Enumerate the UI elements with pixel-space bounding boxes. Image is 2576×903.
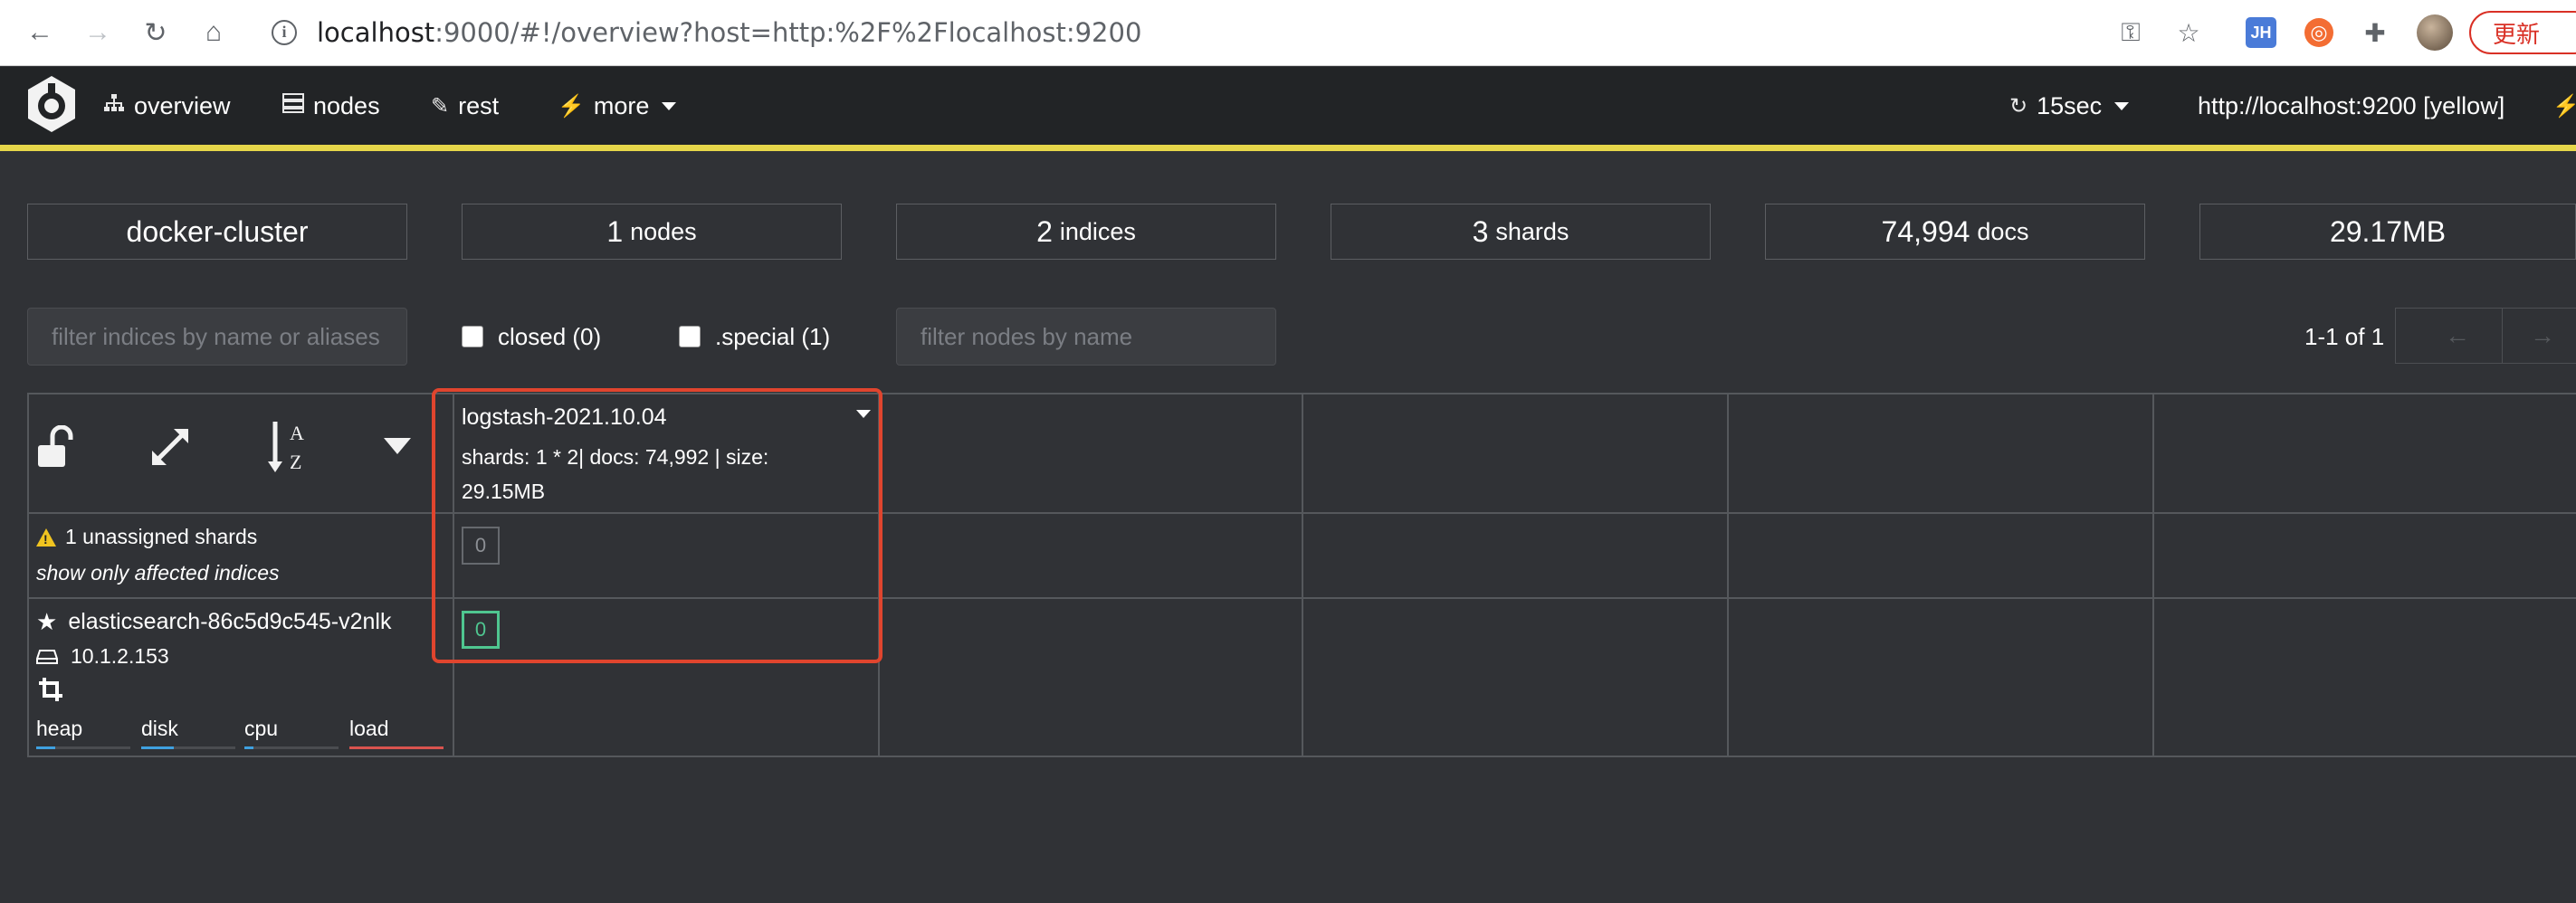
update-button[interactable]: 更新 [2469, 11, 2576, 54]
nodes-count: 1 [606, 214, 624, 248]
shards-count: 3 [1472, 214, 1489, 248]
url-host: localhost [317, 17, 435, 48]
refresh-interval-label: 15sec [2037, 91, 2103, 119]
key-icon[interactable]: ⚿ [2114, 16, 2147, 49]
browser-toolbar: ← → ↻ ⌂ i localhost:9000/#!/overview?hos… [0, 0, 2576, 66]
warning-icon: ! [36, 528, 56, 547]
node-name[interactable]: ★ elasticsearch-86c5d9c545-v2nlk [36, 608, 391, 636]
crop-icon [39, 678, 62, 701]
metric-cpu: cpu [244, 717, 279, 740]
pagination-info: 1-1 of 1 [2304, 322, 2385, 350]
filter-indices-placeholder: filter indices by name or aliases [52, 322, 380, 350]
nodes-count-box: 1 nodes [462, 204, 842, 260]
puzzle-icon[interactable]: ✚ [2359, 16, 2391, 49]
closed-checkbox-box[interactable] [462, 326, 483, 347]
filter-indices-input[interactable]: filter indices by name or aliases [27, 308, 407, 366]
special-checkbox[interactable]: .special (1) [679, 318, 830, 355]
node-ip-label: 10.1.2.153 [71, 644, 169, 668]
load-bar [349, 746, 444, 749]
unassigned-shards-warning: ! 1 unassigned shards [36, 525, 257, 549]
cluster-url[interactable]: http://localhost:9200 [yellow] [2198, 89, 2504, 123]
metric-heap: heap [36, 717, 83, 740]
closed-checkbox[interactable]: closed (0) [462, 318, 601, 355]
special-label: .special (1) [715, 322, 831, 350]
indices-unit: indices [1059, 217, 1136, 245]
sitemap-icon [103, 93, 125, 119]
nav-rest-label: rest [458, 91, 500, 119]
chevron-down-icon [2114, 101, 2130, 110]
info-icon[interactable]: i [272, 20, 297, 45]
highlight-box [432, 388, 883, 663]
home-icon[interactable]: ⌂ [197, 16, 230, 49]
magic-wand-icon: ⚡ [558, 93, 585, 119]
filter-nodes-input[interactable]: filter nodes by name [896, 308, 1276, 366]
jh-extension-icon[interactable]: JH [2246, 17, 2276, 48]
cpu-bar [244, 746, 339, 749]
special-checkbox-box[interactable] [679, 326, 701, 347]
next-page-button[interactable]: → [2502, 308, 2576, 364]
docs-unit: docs [1977, 217, 2029, 245]
size-box: 29.17MB [2199, 204, 2576, 260]
unlock-icon[interactable] [34, 425, 83, 469]
cluster-name-box: docker-cluster [27, 204, 407, 260]
metric-disk: disk [141, 717, 178, 740]
app-navbar [0, 67, 2576, 145]
disk-bar [141, 746, 235, 749]
shards-count-box: 3 shards [1331, 204, 1711, 260]
caret-down-icon[interactable] [382, 436, 413, 456]
edit-icon: ✎ [431, 93, 450, 119]
cluster-status-bar [0, 145, 2576, 151]
nav-rest[interactable]: ✎ rest [431, 89, 499, 123]
refresh-icon: ↻ [2009, 93, 2028, 119]
back-icon[interactable]: ← [24, 16, 56, 49]
filter-nodes-placeholder: filter nodes by name [921, 322, 1133, 350]
server-icon [282, 92, 304, 119]
forward-icon[interactable]: → [81, 16, 114, 49]
closed-label: closed (0) [498, 322, 602, 350]
chevron-down-icon [662, 101, 677, 110]
star-icon[interactable]: ☆ [2172, 16, 2205, 49]
nav-nodes-label: nodes [313, 91, 380, 119]
expand-icon[interactable] [148, 425, 192, 469]
cerebro-logo[interactable] [25, 74, 78, 134]
profile-avatar[interactable] [2417, 14, 2453, 51]
sort-alpha-icon[interactable]: A Z [266, 418, 313, 474]
hdd-icon [36, 649, 58, 664]
docs-count: 74,994 [1881, 214, 1970, 248]
star-icon: ★ [36, 608, 58, 635]
cluster-name: docker-cluster [126, 214, 309, 248]
nav-overview-label: overview [134, 91, 231, 119]
nav-nodes[interactable]: nodes [282, 89, 380, 123]
refresh-interval-dropdown[interactable]: ↻ 15sec [2009, 89, 2130, 123]
grid-line [1302, 393, 1303, 757]
lifebuoy-extension-icon[interactable]: ◎ [2304, 18, 2333, 47]
nav-overview[interactable]: overview [103, 89, 231, 123]
docs-count-box: 74,994 docs [1765, 204, 2145, 260]
total-size: 29.17MB [2329, 214, 2447, 248]
node-ip: 10.1.2.153 [36, 644, 169, 669]
svg-text:Z: Z [290, 451, 301, 473]
disconnect-plug-icon[interactable]: ⚡ [2552, 89, 2576, 123]
shards-unit: shards [1495, 217, 1569, 245]
grid-line [2152, 393, 2154, 757]
url-path: :9000/#!/overview?host=http:%2F%2Flocalh… [434, 17, 1142, 48]
nav-more-label: more [593, 91, 650, 119]
svg-text:A: A [290, 422, 304, 444]
nodes-unit: nodes [630, 217, 697, 245]
show-affected-link[interactable]: show only affected indices [36, 561, 280, 585]
grid-line [1727, 393, 1729, 757]
nav-more[interactable]: ⚡ more [558, 89, 677, 123]
reload-icon[interactable]: ↻ [139, 16, 172, 49]
heap-bar [36, 746, 130, 749]
cluster-url-label: http://localhost:9200 [yellow] [2198, 91, 2505, 119]
node-name-label: elasticsearch-86c5d9c545-v2nlk [68, 609, 392, 634]
address-bar[interactable]: i localhost:9000/#!/overview?host=http:%… [272, 13, 1141, 52]
indices-count-box: 2 indices [896, 204, 1276, 260]
unassigned-label: 1 unassigned shards [65, 525, 258, 548]
indices-count: 2 [1036, 214, 1053, 248]
metric-load: load [349, 717, 389, 740]
grid-line [27, 393, 29, 757]
